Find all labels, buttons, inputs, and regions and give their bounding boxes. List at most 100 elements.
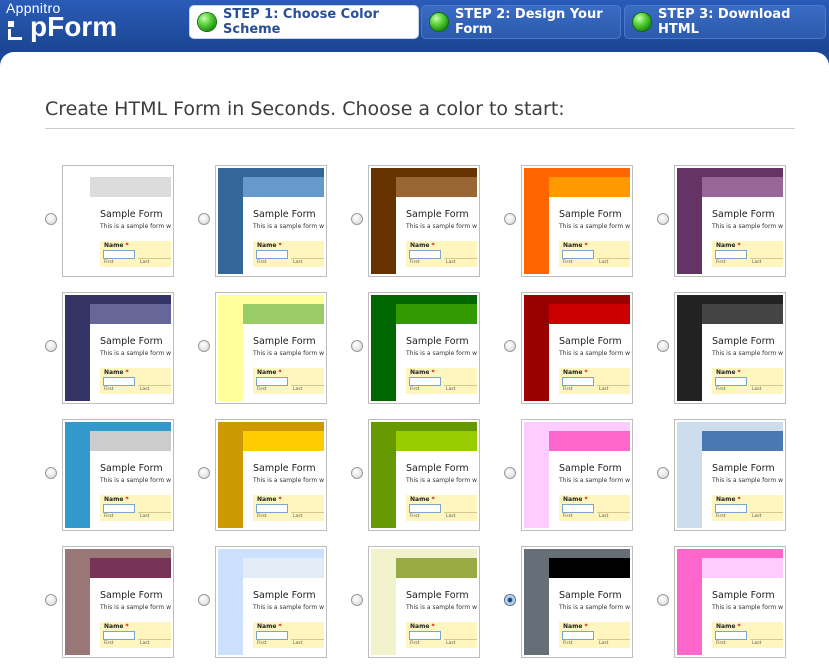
- color-scheme-thumbnail[interactable]: Sample Form This is a sample form wi Name …: [215, 292, 327, 404]
- sample-first-label: First: [410, 641, 420, 646]
- color-scheme-radio[interactable]: [198, 340, 210, 352]
- sample-form-card: Sample Form This is a sample form wi Name …: [549, 324, 630, 401]
- sample-last-label: Last: [140, 260, 150, 265]
- sample-form-card: Sample Form This is a sample form wi Name …: [549, 578, 630, 655]
- color-scheme-thumbnail[interactable]: Sample Form This is a sample form wi Name …: [674, 165, 786, 277]
- step-1-tab[interactable]: STEP 1: Choose Color Scheme: [189, 5, 419, 39]
- color-scheme-radio[interactable]: [504, 213, 516, 225]
- color-scheme-radio[interactable]: [45, 340, 57, 352]
- sample-field-label: Name *: [257, 496, 282, 503]
- color-scheme-thumbnail[interactable]: Sample Form This is a sample form wi Name …: [215, 419, 327, 531]
- sample-field-input: [715, 504, 747, 513]
- color-scheme-thumbnail[interactable]: Sample Form This is a sample form wi Name …: [368, 419, 480, 531]
- color-scheme-radio[interactable]: [198, 594, 210, 606]
- sample-form-description: This is a sample form wi: [406, 477, 477, 484]
- color-scheme-radio[interactable]: [351, 594, 363, 606]
- scheme-header-bar: [549, 431, 630, 451]
- step-3-tab[interactable]: STEP 3: Download HTML: [624, 5, 826, 39]
- sample-form-description: This is a sample form wi: [559, 223, 630, 230]
- sample-form-card: Sample Form This is a sample form wi Name …: [243, 451, 324, 528]
- sample-form-card: Sample Form This is a sample form wi Name …: [243, 197, 324, 274]
- sample-form-card: Sample Form This is a sample form wi Name …: [396, 451, 477, 528]
- color-scheme-thumbnail[interactable]: Sample Form This is a sample form wi Name …: [521, 546, 633, 658]
- color-scheme-radio[interactable]: [351, 467, 363, 479]
- sample-name-field: Name * First Last: [712, 622, 783, 648]
- sample-field-input: [103, 250, 135, 259]
- color-scheme-radio[interactable]: [657, 213, 669, 225]
- sample-field-line: [291, 258, 324, 259]
- sample-name-field: Name * First Last: [253, 495, 324, 521]
- color-scheme-radio[interactable]: [504, 594, 516, 606]
- color-scheme-thumbnail[interactable]: Sample Form This is a sample form wi Name …: [62, 292, 174, 404]
- step-status-icon: [633, 13, 651, 31]
- sample-last-label: Last: [140, 514, 150, 519]
- sample-name-field: Name * First Last: [406, 241, 477, 267]
- scheme-header-bar: [243, 177, 324, 197]
- sample-field-line: [444, 512, 477, 513]
- color-scheme-radio[interactable]: [45, 594, 57, 606]
- logo-big-text: pForm: [30, 11, 118, 42]
- color-scheme-thumbnail[interactable]: Sample Form This is a sample form wi Name …: [521, 419, 633, 531]
- color-scheme-thumbnail[interactable]: Sample Form This is a sample form wi Name …: [62, 419, 174, 531]
- sample-form-description: This is a sample form wi: [712, 350, 783, 357]
- sample-name-field: Name * First Last: [253, 241, 324, 267]
- color-scheme-radio[interactable]: [657, 594, 669, 606]
- color-scheme-radio[interactable]: [504, 340, 516, 352]
- color-scheme-thumbnail[interactable]: Sample Form This is a sample form wi Name …: [674, 546, 786, 658]
- sample-field-input: [715, 250, 747, 259]
- color-scheme-thumbnail[interactable]: Sample Form This is a sample form wi Name …: [521, 165, 633, 277]
- sample-field-line: [444, 385, 477, 386]
- sample-first-label: First: [104, 641, 114, 646]
- content-panel: Create HTML Form in Seconds. Choose a co…: [0, 52, 829, 672]
- scheme-header-bar: [90, 177, 171, 197]
- color-scheme-thumbnail[interactable]: Sample Form This is a sample form wi Name …: [215, 165, 327, 277]
- logo-mark-icon: [8, 21, 22, 40]
- scheme-header-bar: [243, 431, 324, 451]
- sample-field-label: Name *: [104, 496, 129, 503]
- color-scheme-radio[interactable]: [198, 213, 210, 225]
- sample-first-label: First: [716, 641, 726, 646]
- sample-name-field: Name * First Last: [712, 495, 783, 521]
- color-scheme-radio[interactable]: [351, 340, 363, 352]
- color-scheme-radio[interactable]: [351, 213, 363, 225]
- color-scheme-radio[interactable]: [45, 213, 57, 225]
- step-1-label: STEP 1: Choose Color Scheme: [223, 7, 379, 37]
- color-scheme-thumbnail[interactable]: Sample Form This is a sample form wi Name …: [674, 419, 786, 531]
- sample-last-label: Last: [599, 514, 609, 519]
- color-scheme-thumbnail[interactable]: Sample Form This is a sample form wi Name …: [368, 165, 480, 277]
- color-scheme-thumbnail[interactable]: Sample Form This is a sample form wi Name …: [62, 546, 174, 658]
- title-divider: [45, 128, 795, 129]
- sample-form-description: This is a sample form wi: [712, 477, 783, 484]
- sample-last-label: Last: [446, 514, 456, 519]
- sample-form-card: Sample Form This is a sample form wi Name …: [90, 578, 171, 655]
- color-scheme-thumbnail[interactable]: Sample Form This is a sample form wi Name …: [368, 546, 480, 658]
- sample-field-input: [409, 250, 441, 259]
- color-scheme-thumbnail[interactable]: Sample Form This is a sample form wi Name …: [368, 292, 480, 404]
- color-scheme-radio[interactable]: [198, 467, 210, 479]
- sample-first-label: First: [563, 514, 573, 519]
- color-scheme-thumbnail[interactable]: Sample Form This is a sample form wi Name …: [674, 292, 786, 404]
- sample-field-label: Name *: [410, 242, 435, 249]
- scheme-header-bar: [90, 304, 171, 324]
- color-scheme-radio[interactable]: [657, 340, 669, 352]
- sample-form-description: This is a sample form wi: [100, 223, 171, 230]
- sample-field-line: [444, 258, 477, 259]
- sample-first-label: First: [410, 514, 420, 519]
- step-2-tab[interactable]: STEP 2: Design Your Form: [421, 5, 621, 39]
- color-scheme-thumbnail[interactable]: Sample Form This is a sample form wi Name …: [215, 546, 327, 658]
- sample-last-label: Last: [599, 260, 609, 265]
- sample-field-line: [291, 512, 324, 513]
- color-scheme-thumbnail[interactable]: Sample Form This is a sample form wi Name …: [62, 165, 174, 277]
- sample-form-card: Sample Form This is a sample form wi Name …: [702, 451, 783, 528]
- color-scheme-radio[interactable]: [45, 467, 57, 479]
- sample-last-label: Last: [752, 641, 762, 646]
- sample-first-label: First: [716, 514, 726, 519]
- sample-field-label: Name *: [104, 369, 129, 376]
- sample-field-line: [597, 639, 630, 640]
- sample-name-field: Name * First Last: [253, 368, 324, 394]
- color-scheme-thumbnail[interactable]: Sample Form This is a sample form wi Name …: [521, 292, 633, 404]
- color-scheme-radio[interactable]: [657, 467, 669, 479]
- color-scheme-radio[interactable]: [504, 467, 516, 479]
- page-title: Create HTML Form in Seconds. Choose a co…: [45, 98, 565, 120]
- sample-form-description: This is a sample form wi: [712, 223, 783, 230]
